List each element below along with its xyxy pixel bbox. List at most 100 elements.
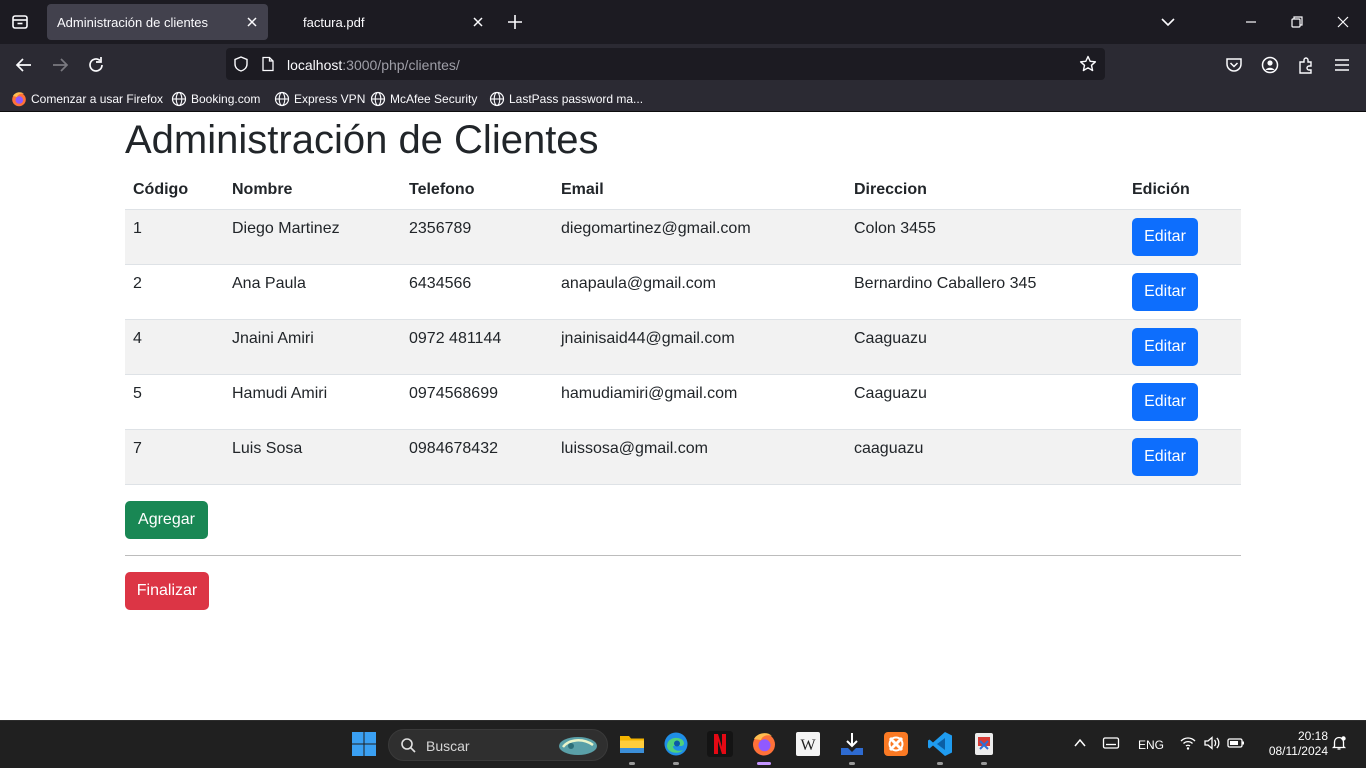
extensions-icon[interactable] <box>1295 54 1317 76</box>
cell-nombre: Ana Paula <box>224 264 401 320</box>
forward-arrow-icon[interactable] <box>49 54 71 76</box>
table-row: 4 Jnaini Amiri 0972 481144 jnainisaid44@… <box>125 319 1241 375</box>
chevron-up-icon[interactable] <box>1072 735 1088 754</box>
globe-icon <box>171 91 187 107</box>
url-text[interactable]: localhost:3000/php/clientes/ <box>287 57 460 73</box>
cell-email: diegomartinez@gmail.com <box>553 209 846 265</box>
tab-overview-icon[interactable] <box>8 10 32 34</box>
bookmark-label: McAfee Security <box>390 92 478 106</box>
running-indicator <box>937 762 943 765</box>
finish-button[interactable]: Finalizar <box>125 572 209 610</box>
column-header-codigo: Código <box>125 171 224 210</box>
cell-email: jnainisaid44@gmail.com <box>553 319 846 375</box>
edit-button[interactable]: Editar <box>1132 217 1198 256</box>
cell-nombre: Luis Sosa <box>224 429 401 485</box>
bookmark-firefox[interactable]: Comenzar a usar Firefox <box>11 90 163 108</box>
shield-icon[interactable] <box>232 55 250 78</box>
clock-date: 08/11/2024 <box>1268 744 1328 758</box>
tab-bar: Administración de clientes factura.pdf <box>0 0 1366 44</box>
cell-direccion: Caaguazu <box>846 319 1124 375</box>
star-icon[interactable] <box>1078 54 1098 79</box>
firefox-icon[interactable] <box>751 731 777 757</box>
page-title: Administración de Clientes <box>125 118 599 162</box>
reload-icon[interactable] <box>85 54 107 76</box>
battery-icon[interactable] <box>1227 735 1245 754</box>
edit-button[interactable]: Editar <box>1132 437 1198 476</box>
edit-button[interactable]: Editar <box>1132 327 1198 366</box>
netflix-icon[interactable] <box>707 731 733 757</box>
volume-icon[interactable] <box>1203 735 1221 754</box>
wikipedia-icon[interactable]: W <box>795 731 821 757</box>
bookmark-booking[interactable]: Booking.com <box>171 90 260 108</box>
cell-telefono: 6434566 <box>401 264 553 320</box>
page-info-icon[interactable] <box>260 56 276 77</box>
edit-button[interactable]: Editar <box>1132 272 1198 311</box>
tab-title: Administración de clientes <box>57 15 209 30</box>
address-bar[interactable]: localhost:3000/php/clientes/ <box>226 48 1105 80</box>
active-indicator <box>757 762 771 765</box>
bookmark-mcafee[interactable]: McAfee Security <box>370 90 477 108</box>
file-explorer-icon[interactable] <box>619 731 645 757</box>
windows-start-icon[interactable] <box>351 731 377 757</box>
tab-title: factura.pdf <box>303 15 365 30</box>
tab-factura[interactable]: factura.pdf <box>293 4 489 40</box>
clients-table: Código Nombre Telefono Email Direccion E… <box>125 171 1241 485</box>
close-window-icon[interactable] <box>1333 12 1353 32</box>
cell-codigo: 5 <box>125 374 224 430</box>
keyboard-icon[interactable] <box>1102 735 1120 754</box>
cell-codigo: 7 <box>125 429 224 485</box>
cell-nombre: Diego Martinez <box>224 209 401 265</box>
notification-bell-icon[interactable] <box>1331 735 1347 754</box>
table-header-row: Código Nombre Telefono Email Direccion E… <box>125 171 1241 210</box>
bookmark-label: Express VPN <box>294 92 366 106</box>
globe-icon <box>370 91 386 107</box>
page-content: Administración de Clientes Código Nombre… <box>0 113 1366 720</box>
add-client-button[interactable]: Agregar <box>125 501 208 539</box>
clock[interactable]: 20:18 08/11/2024 <box>1256 729 1328 759</box>
column-header-nombre: Nombre <box>224 171 401 210</box>
bookmark-lastpass[interactable]: LastPass password ma... <box>489 90 643 108</box>
wifi-icon[interactable] <box>1180 735 1196 754</box>
navigation-toolbar: localhost:3000/php/clientes/ <box>0 44 1366 86</box>
close-icon[interactable] <box>469 13 487 31</box>
taskbar-search[interactable]: Buscar <box>388 729 608 761</box>
running-indicator <box>849 762 855 765</box>
bookmark-express-vpn[interactable]: Express VPN <box>274 90 365 108</box>
tab-clientes[interactable]: Administración de clientes <box>47 4 268 40</box>
language-indicator[interactable]: ENG <box>1138 738 1164 752</box>
cell-telefono: 2356789 <box>401 209 553 265</box>
restore-icon[interactable] <box>1287 12 1307 32</box>
minimize-icon[interactable] <box>1241 12 1261 32</box>
back-arrow-icon[interactable] <box>13 54 35 76</box>
table-row: 7 Luis Sosa 0984678432 luissosa@gmail.co… <box>125 429 1241 485</box>
cell-direccion: Colon 3455 <box>846 209 1124 265</box>
edge-icon[interactable] <box>663 731 689 757</box>
bookmark-label: Booking.com <box>191 92 261 106</box>
cell-telefono: 0974568699 <box>401 374 553 430</box>
running-indicator <box>981 762 987 765</box>
column-header-telefono: Telefono <box>401 171 553 210</box>
cell-direccion: caaguazu <box>846 429 1124 485</box>
menu-icon[interactable] <box>1331 54 1353 76</box>
edit-button[interactable]: Editar <box>1132 382 1198 421</box>
close-icon[interactable] <box>243 13 261 31</box>
cell-email: hamudiamiri@gmail.com <box>553 374 846 430</box>
pocket-icon[interactable] <box>1223 54 1245 76</box>
cell-codigo: 2 <box>125 264 224 320</box>
snipping-tool-icon[interactable] <box>971 731 997 757</box>
search-placeholder: Buscar <box>426 738 470 754</box>
cell-edicion: Editar <box>1124 429 1241 485</box>
cell-edicion: Editar <box>1124 209 1241 265</box>
divider <box>125 555 1241 556</box>
new-tab-icon[interactable] <box>505 12 525 32</box>
chevron-down-icon[interactable] <box>1158 12 1178 32</box>
globe-icon <box>274 91 290 107</box>
account-icon[interactable] <box>1259 54 1281 76</box>
svg-text:W: W <box>800 737 816 754</box>
vscode-icon[interactable] <box>927 731 953 757</box>
xampp-icon[interactable] <box>883 731 909 757</box>
downloads-icon[interactable] <box>839 731 865 757</box>
bookmark-label: LastPass password ma... <box>509 92 644 106</box>
table-row: 1 Diego Martinez 2356789 diegomartinez@g… <box>125 209 1241 265</box>
column-header-edicion: Edición <box>1124 171 1241 210</box>
